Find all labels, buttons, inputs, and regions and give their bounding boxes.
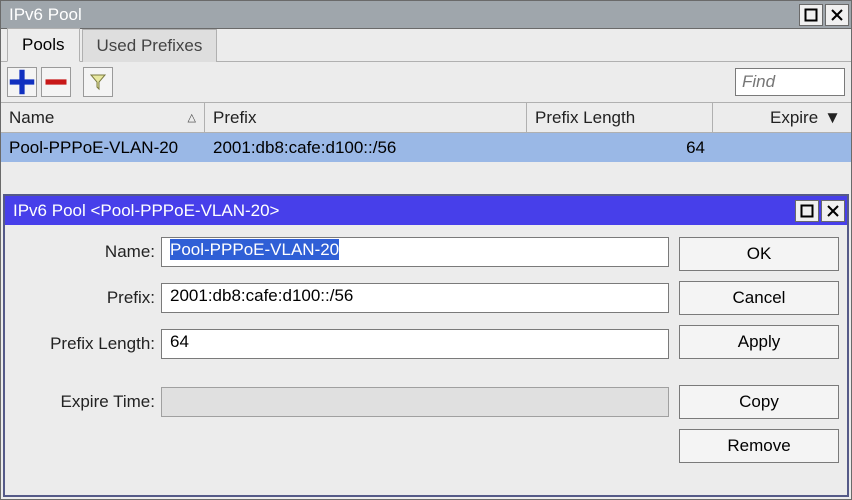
label-prefix: Prefix:	[13, 288, 161, 308]
ok-button[interactable]: OK	[679, 237, 839, 271]
plus-icon	[8, 68, 36, 96]
col-header-expire-label: Expire	[770, 108, 818, 128]
expire-time-field[interactable]	[161, 387, 669, 417]
label-name: Name:	[13, 242, 161, 262]
remove-button[interactable]	[41, 67, 71, 97]
tab-pools[interactable]: Pools	[7, 28, 80, 62]
close-icon	[830, 8, 844, 22]
tab-used-prefixes[interactable]: Used Prefixes	[82, 29, 218, 62]
cell-name: Pool-PPPoE-VLAN-20	[1, 133, 205, 162]
col-header-name[interactable]: Name △	[1, 103, 205, 132]
pool-grid: Name △ Prefix Prefix Length Expire ▼ Poo…	[1, 102, 851, 162]
prefix-length-field-value: 64	[170, 332, 189, 351]
main-window: IPv6 Pool Pools Used Prefixes N	[0, 0, 852, 500]
find-input[interactable]	[735, 68, 845, 96]
dialog-body: Name: Pool-PPPoE-VLAN-20 Prefix: 2001:db…	[5, 225, 847, 481]
dialog-close-button[interactable]	[821, 200, 845, 222]
add-button[interactable]	[7, 67, 37, 97]
cell-prefix: 2001:db8:cafe:d100::/56	[205, 133, 527, 162]
cell-expire	[713, 133, 851, 162]
funnel-icon	[89, 73, 107, 91]
maximize-icon	[804, 8, 818, 22]
prefix-length-field[interactable]: 64	[161, 329, 669, 359]
toolbar	[1, 62, 851, 102]
prefix-field-value: 2001:db8:cafe:d100::/56	[170, 286, 353, 305]
maximize-icon	[800, 204, 814, 218]
filter-button[interactable]	[83, 67, 113, 97]
dialog-titlebar: IPv6 Pool <Pool-PPPoE-VLAN-20>	[5, 196, 847, 225]
main-title: IPv6 Pool	[9, 5, 797, 25]
apply-button[interactable]: Apply	[679, 325, 839, 359]
close-icon	[826, 204, 840, 218]
col-header-name-label: Name	[9, 108, 54, 128]
grid-header: Name △ Prefix Prefix Length Expire ▼	[1, 103, 851, 133]
col-header-prefix[interactable]: Prefix	[205, 103, 527, 132]
copy-button[interactable]: Copy	[679, 385, 839, 419]
prefix-field[interactable]: 2001:db8:cafe:d100::/56	[161, 283, 669, 313]
col-header-expire[interactable]: Expire ▼	[713, 103, 851, 132]
cell-prefix-length: 64	[527, 133, 713, 162]
sort-asc-icon: △	[188, 111, 196, 124]
row-expire-time: Expire Time:	[13, 387, 669, 417]
main-close-button[interactable]	[825, 4, 849, 26]
col-header-prefix-length[interactable]: Prefix Length	[527, 103, 713, 132]
minus-icon	[42, 68, 70, 96]
button-column: OK Cancel Apply Copy Remove	[669, 237, 839, 473]
label-prefix-length: Prefix Length:	[13, 334, 161, 354]
dialog-title: IPv6 Pool <Pool-PPPoE-VLAN-20>	[13, 201, 793, 221]
name-field[interactable]: Pool-PPPoE-VLAN-20	[161, 237, 669, 267]
dialog-maximize-button[interactable]	[795, 200, 819, 222]
label-expire-time: Expire Time:	[13, 392, 161, 412]
form-column: Name: Pool-PPPoE-VLAN-20 Prefix: 2001:db…	[13, 237, 669, 473]
edit-dialog: IPv6 Pool <Pool-PPPoE-VLAN-20> Name: Poo…	[3, 194, 849, 497]
main-titlebar: IPv6 Pool	[1, 1, 851, 29]
name-field-value: Pool-PPPoE-VLAN-20	[170, 239, 339, 260]
cancel-button[interactable]: Cancel	[679, 281, 839, 315]
tab-bar: Pools Used Prefixes	[1, 29, 851, 62]
main-maximize-button[interactable]	[799, 4, 823, 26]
table-row[interactable]: Pool-PPPoE-VLAN-20 2001:db8:cafe:d100::/…	[1, 133, 851, 162]
row-prefix-length: Prefix Length: 64	[13, 329, 669, 359]
dropdown-icon: ▼	[824, 108, 841, 128]
row-name: Name: Pool-PPPoE-VLAN-20	[13, 237, 669, 267]
remove-pool-button[interactable]: Remove	[679, 429, 839, 463]
row-prefix: Prefix: 2001:db8:cafe:d100::/56	[13, 283, 669, 313]
